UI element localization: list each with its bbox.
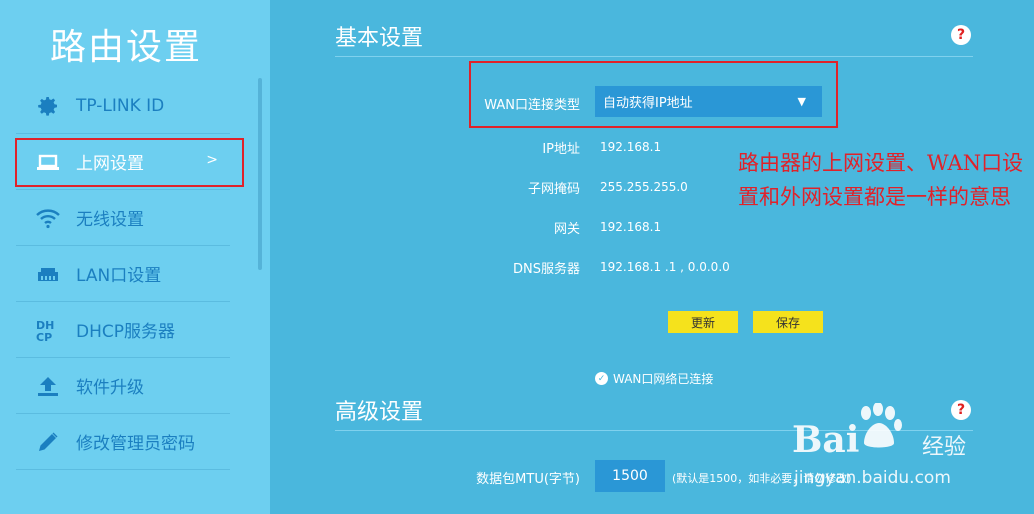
sidebar-item-label: 修改管理员密码: [76, 434, 195, 454]
gateway-value: 192.168.1: [600, 220, 662, 234]
sidebar-item-lan[interactable]: LAN口设置: [16, 246, 230, 302]
wan-status: ✓ WAN口网络已连接: [595, 370, 713, 387]
wan-status-text: WAN口网络已连接: [613, 372, 714, 386]
sidebar: 路由设置 TP-LINK ID 上网设置 > 无线设置 LAN口设置 DH CP …: [0, 0, 270, 514]
save-button[interactable]: 保存: [753, 311, 823, 333]
ip-label: IP地址: [542, 142, 580, 157]
dhcp-icon: DH CP: [34, 316, 62, 344]
sidebar-item-upgrade[interactable]: 软件升级: [16, 358, 230, 414]
check-circle-icon: ✓: [595, 372, 608, 385]
wifi-icon: [34, 204, 62, 232]
annotation-text: 路由器的上网设置、WAN口设置和外网设置都是一样的意思: [738, 151, 1024, 209]
refresh-button[interactable]: 更新: [668, 311, 738, 333]
sidebar-item-dhcp[interactable]: DH CP DHCP服务器: [16, 302, 230, 358]
sidebar-item-tplink-id[interactable]: TP-LINK ID: [16, 78, 230, 134]
wan-type-select[interactable]: 自动获得IP地址 ▼: [595, 86, 822, 117]
sidebar-item-password[interactable]: 修改管理员密码: [16, 414, 230, 470]
sidebar-item-label: 无线设置: [76, 210, 144, 230]
sidebar-scrollbar[interactable]: [258, 78, 262, 270]
mask-label: 子网掩码: [527, 182, 580, 197]
basic-settings-title: 基本设置: [335, 26, 424, 51]
ip-value: 192.168.1: [600, 140, 662, 154]
svg-text:CP: CP: [36, 331, 52, 343]
mtu-input[interactable]: 1500: [595, 460, 665, 492]
sidebar-item-label: LAN口设置: [76, 266, 162, 286]
watermark-url: jingyan.baidu.com: [794, 468, 951, 488]
section-divider: [335, 56, 973, 57]
sidebar-item-label: 软件升级: [76, 378, 144, 398]
wan-type-label: WAN口连接类型: [484, 98, 580, 113]
paw-icon: [861, 403, 902, 448]
sidebar-title: 路由设置: [50, 27, 203, 68]
wan-type-value: 自动获得IP地址: [603, 96, 693, 111]
pencil-icon: [34, 428, 62, 456]
mask-value: 255.255.255.0: [600, 180, 688, 194]
annotation-highlight-nav: [15, 138, 244, 187]
dns-label: DNS服务器: [513, 262, 580, 277]
watermark-sub: 经验: [922, 435, 967, 460]
help-icon[interactable]: ?: [951, 25, 971, 45]
caret-down-icon: ▼: [797, 95, 806, 108]
sidebar-item-wireless[interactable]: 无线设置: [16, 190, 230, 246]
gear-icon: [34, 92, 62, 120]
watermark-brand: Bai: [792, 419, 860, 461]
baidu-watermark: Bai 经验 jingyan.baidu.com: [790, 403, 1030, 505]
advanced-settings-title: 高级设置: [335, 400, 424, 425]
gateway-label: 网关: [553, 222, 580, 237]
upload-icon: [34, 372, 62, 400]
sidebar-item-label: TP-LINK ID: [76, 95, 165, 116]
sidebar-item-label: DHCP服务器: [76, 322, 175, 342]
dns-value: 192.168.1 .1 , 0.0.0.0: [600, 260, 730, 274]
lan-port-icon: [34, 260, 62, 288]
mtu-label: 数据包MTU(字节): [476, 472, 580, 487]
